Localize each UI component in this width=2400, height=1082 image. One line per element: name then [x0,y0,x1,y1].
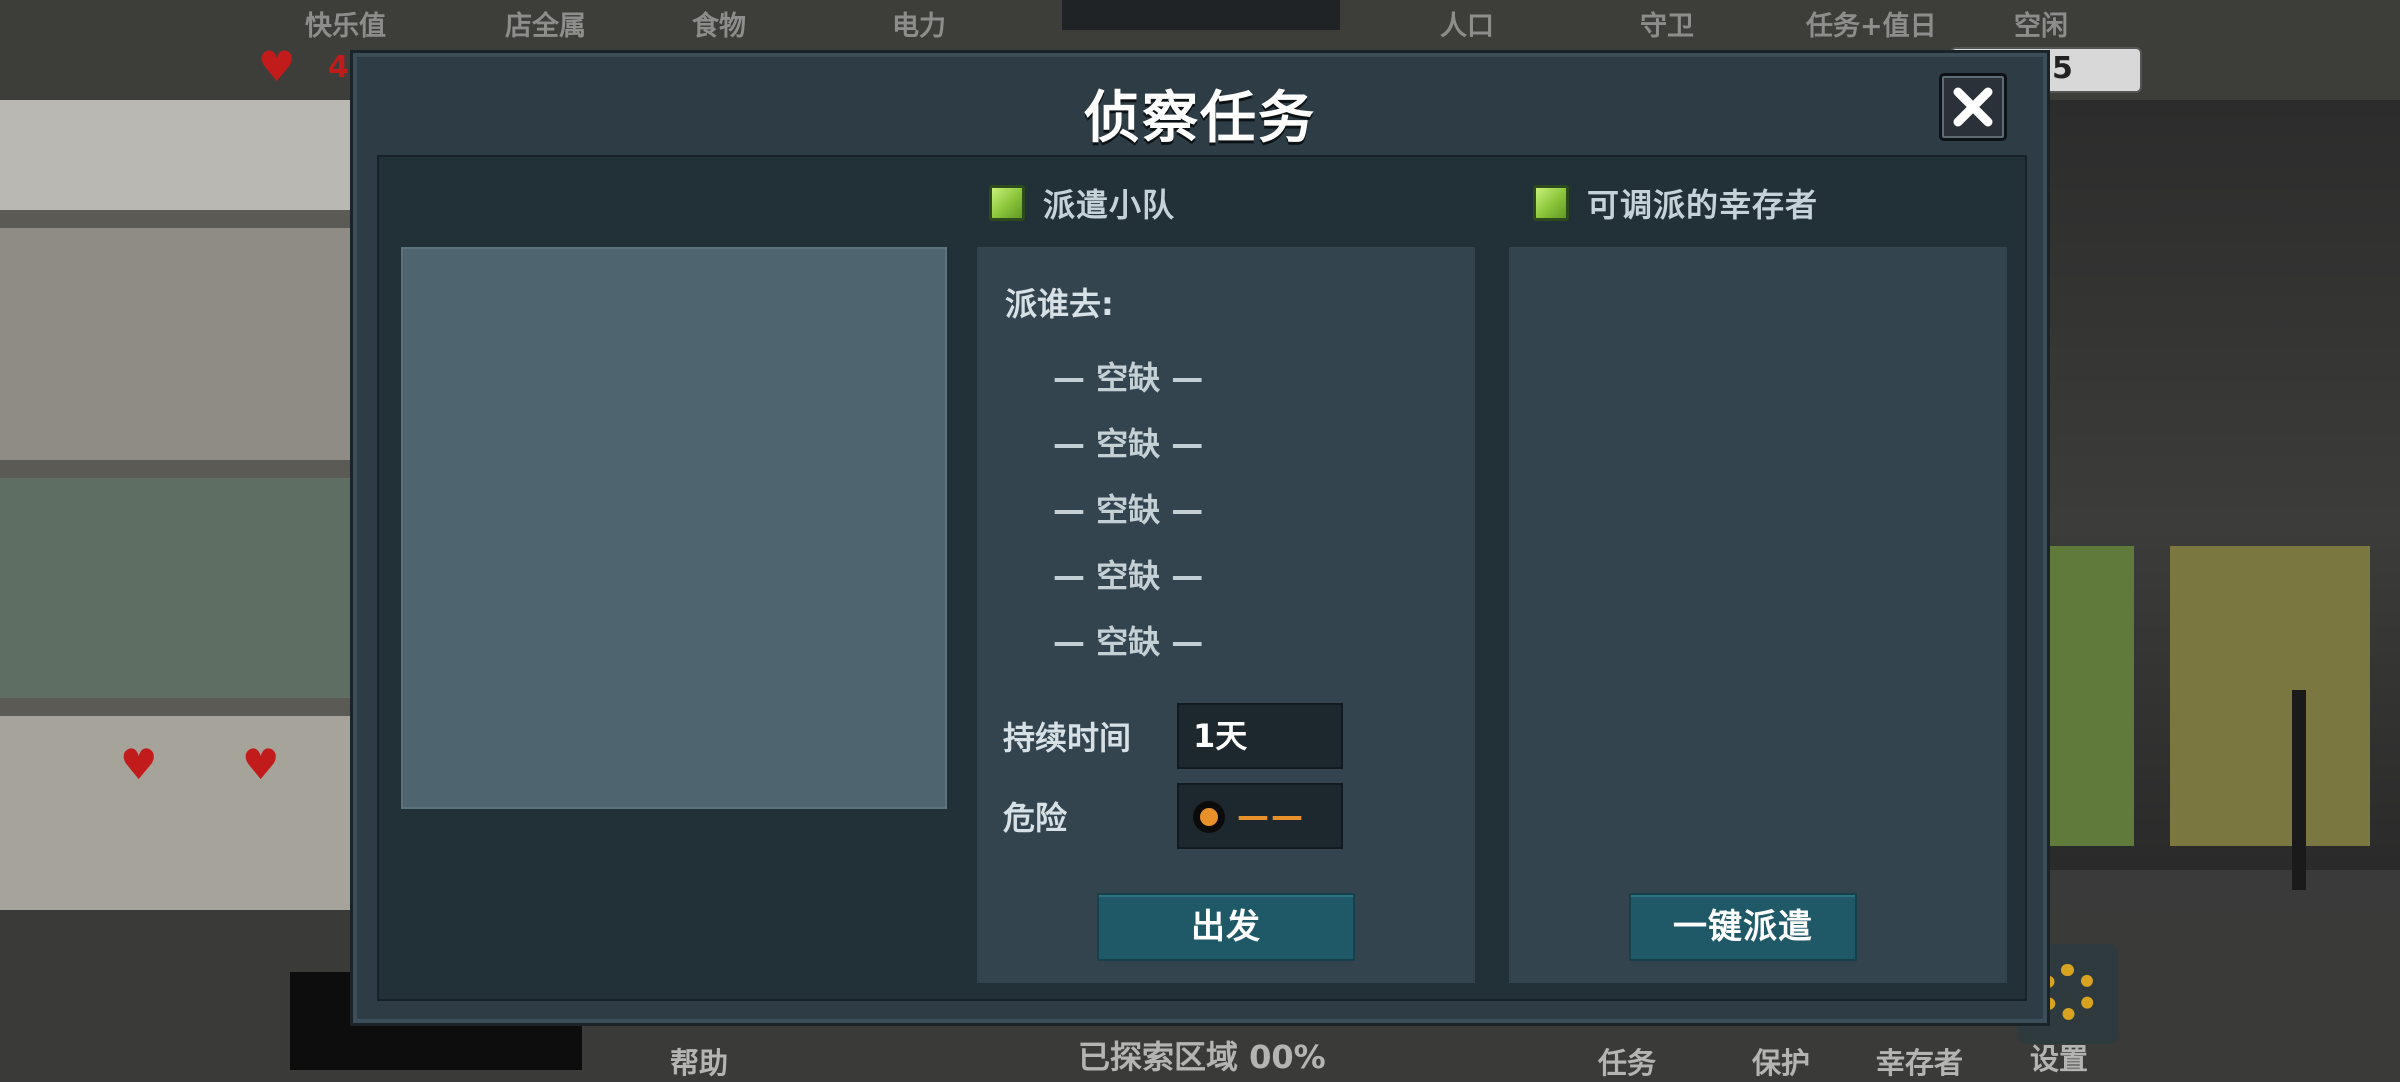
floor-divider [0,698,350,716]
mission-map-preview [401,247,947,809]
room-workshop [0,478,350,698]
squad-slot-3[interactable]: — 空缺 — [1053,485,1203,531]
squad-slot-4[interactable]: — 空缺 — [1053,551,1203,597]
room-top [0,100,350,210]
squad-panel: 派谁去: — 空缺 — — 空缺 — — 空缺 — — 空缺 — — 空缺 — … [977,247,1475,983]
floor-divider [0,460,350,478]
available-survivors-panel: 一键派遣 [1509,247,2007,983]
stat-idle: 空闲 [2014,11,2068,42]
squad-slot-2[interactable]: — 空缺 — [1053,419,1203,465]
stat-power: 电力 [892,11,946,42]
top-center-panel [1062,0,1340,30]
help-tab[interactable]: 帮助 [670,1040,728,1082]
stat-food: 食物 [692,11,746,42]
room-storage [0,228,350,460]
survivors-header-label: 可调派的幸存者 [1587,186,1819,224]
heart-icon: ♥ [120,740,158,789]
stat-security: 店全属 [505,11,586,42]
survivors-checkbox-icon [1533,185,1569,221]
duration-label: 持续时间 [1003,719,1132,757]
who-to-send-label: 派谁去: [1005,285,1114,323]
status-text: 已探索区域 00% [1078,1038,1326,1076]
squad-header-label: 派遣小队 [1043,186,1176,224]
protect-tab[interactable]: 保护 [1752,1040,1810,1082]
stat-counter-value: 5 [2052,51,2073,86]
close-icon [1953,87,1993,127]
settings-tab[interactable]: 设置 [2030,1036,2088,1078]
danger-value: —— [1237,797,1305,835]
close-button[interactable] [1939,73,2007,141]
floor-divider [0,210,350,228]
heart-icon: ♥ [258,42,296,91]
survivors-section-header: 可调派的幸存者 [1533,181,1818,225]
danger-level-icon [1193,801,1225,833]
squad-slot-5[interactable]: — 空缺 — [1053,617,1203,663]
duration-value: 1天 [1177,703,1343,769]
squad-section-header: 派遣小队 [989,181,1175,225]
heart-value: 4 [328,50,349,85]
dialog-body: 派遣小队 可调派的幸存者 派谁去: — 空缺 — — 空缺 — — 空缺 — —… [377,155,2027,1001]
survivors-tab[interactable]: 幸存者 [1876,1040,1963,1082]
dialog-title: 侦察任务 [1084,86,1316,151]
danger-indicator: —— [1177,783,1343,849]
scout-mission-dialog: 侦察任务 派遣小队 可调派的幸存者 派谁去: — 空缺 — — 空缺 — — 空… [350,50,2050,1026]
stat-happiness: 快乐值 [305,11,386,42]
room-barracks [0,716,350,910]
squad-checkbox-icon [989,185,1025,221]
stat-guard: 守卫 [1640,11,1694,42]
street-lamp [2292,690,2306,890]
building [2050,546,2134,846]
heart-icon: ♥ [242,740,280,789]
missions-tab[interactable]: 任务 [1598,1040,1656,1082]
danger-label: 危险 [1003,799,1068,837]
stat-population: 人口 [1440,11,1494,42]
depart-button[interactable]: 出发 [1097,893,1355,961]
stat-tasks: 任务+值日 [1806,11,1937,42]
building [2170,546,2370,846]
auto-dispatch-button[interactable]: 一键派遣 [1629,893,1857,961]
squad-slot-1[interactable]: — 空缺 — [1053,353,1203,399]
